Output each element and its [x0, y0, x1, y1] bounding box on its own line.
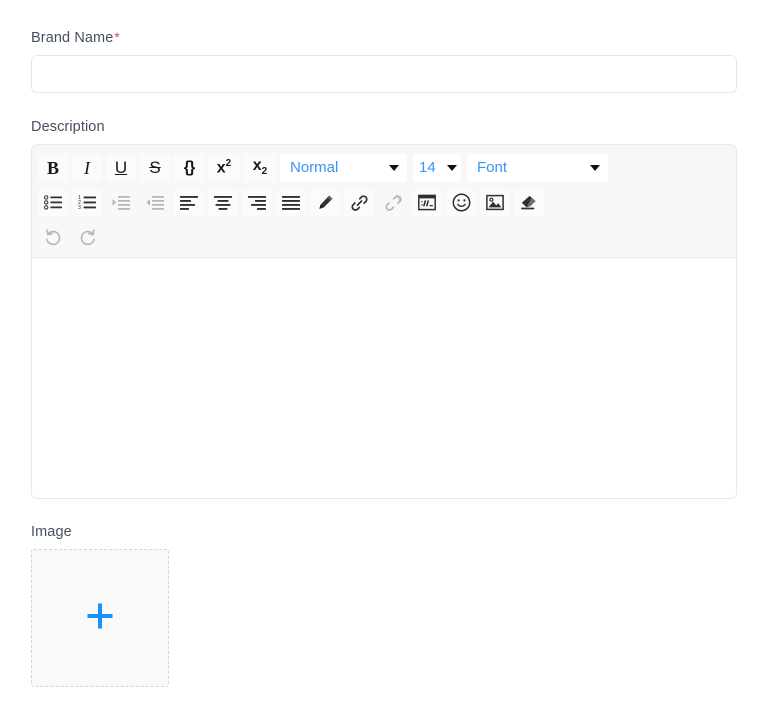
align-right-icon [248, 195, 266, 210]
bullet-list-icon [43, 195, 63, 210]
image-upload-dropzone[interactable] [31, 549, 169, 687]
emoji-button[interactable] [446, 188, 476, 217]
emoji-icon [452, 193, 471, 212]
insert-image-button[interactable] [480, 188, 510, 217]
indent-button[interactable] [106, 188, 136, 217]
font-family-select[interactable]: Font [467, 153, 608, 182]
rich-text-editor: B I U S {} x2 x2 Normal 14 Font 1 2 3 [31, 144, 737, 499]
brand-name-input[interactable] [31, 55, 737, 93]
outdent-button[interactable] [140, 188, 170, 217]
code-block-button[interactable]: {} [174, 153, 204, 182]
align-justify-button[interactable] [276, 188, 306, 217]
superscript-button[interactable]: x2 [208, 153, 240, 182]
required-asterisk: * [114, 29, 120, 45]
strikethrough-icon: S [149, 158, 161, 177]
align-center-icon [214, 195, 232, 210]
editor-toolbar: B I U S {} x2 x2 Normal 14 Font 1 2 3 [32, 145, 736, 258]
description-field-group: Description B I U S {} x2 x2 Normal 14 F… [31, 118, 737, 499]
toolbar-row-2: 1 2 3 [38, 185, 730, 220]
insert-image-icon [486, 194, 504, 211]
italic-icon: I [84, 157, 90, 178]
toolbar-row-3 [38, 220, 730, 253]
align-center-button[interactable] [208, 188, 238, 217]
brand-form-page: Brand Name* Description B I U S {} x2 x2… [0, 0, 768, 719]
undo-button[interactable] [38, 222, 68, 251]
chevron-down-icon [447, 164, 457, 171]
description-label: Description [31, 119, 105, 135]
plus-icon [85, 601, 115, 636]
align-right-button[interactable] [242, 188, 272, 217]
embed-video-icon [418, 194, 436, 211]
bullet-list-button[interactable] [38, 188, 68, 217]
bold-button[interactable]: B [38, 153, 68, 182]
image-label: Image [31, 524, 72, 540]
editor-content-area[interactable] [32, 258, 736, 498]
underline-icon: U [114, 158, 128, 177]
pen-icon [316, 194, 334, 212]
insert-link-button[interactable] [344, 188, 374, 217]
code-block-icon: {} [183, 158, 195, 176]
remove-link-button[interactable] [378, 188, 408, 217]
header-select[interactable]: Normal [280, 153, 407, 182]
eraser-icon [520, 194, 539, 211]
font-family-select-value: Font [477, 159, 508, 176]
brand-name-field-group: Brand Name* [31, 28, 737, 93]
superscript-icon: x2 [216, 157, 232, 177]
bold-icon: B [46, 157, 59, 178]
redo-icon [78, 228, 97, 246]
toolbar-row-1: B I U S {} x2 x2 Normal 14 Font [38, 150, 730, 185]
brand-name-label-text: Brand Name [31, 30, 114, 46]
outdent-icon [146, 195, 165, 210]
indent-icon [112, 195, 131, 210]
numbered-list-button[interactable]: 1 2 3 [72, 188, 102, 217]
align-left-button[interactable] [174, 188, 204, 217]
redo-button[interactable] [72, 222, 102, 251]
unlink-icon [384, 194, 403, 212]
numbered-list-icon: 1 2 3 [78, 195, 97, 210]
align-left-icon [180, 195, 198, 210]
chevron-down-icon [590, 164, 600, 171]
font-size-select[interactable]: 14 [413, 153, 461, 182]
chevron-down-icon [389, 164, 399, 171]
font-size-select-value: 14 [419, 159, 436, 176]
undo-icon [44, 228, 63, 246]
subscript-button[interactable]: x2 [244, 153, 276, 182]
clear-format-button[interactable] [514, 188, 544, 217]
header-select-value: Normal [290, 159, 339, 176]
strikethrough-button[interactable]: S [140, 153, 170, 182]
text-color-button[interactable] [310, 188, 340, 217]
image-field-group: Image [31, 523, 737, 687]
brand-name-label: Brand Name* [31, 28, 737, 47]
align-justify-icon [282, 195, 300, 210]
link-icon [350, 194, 369, 212]
italic-button[interactable]: I [72, 153, 102, 182]
insert-video-button[interactable] [412, 188, 442, 217]
svg-text:3: 3 [78, 205, 81, 210]
underline-button[interactable]: U [106, 153, 136, 182]
subscript-icon: x2 [252, 156, 268, 178]
